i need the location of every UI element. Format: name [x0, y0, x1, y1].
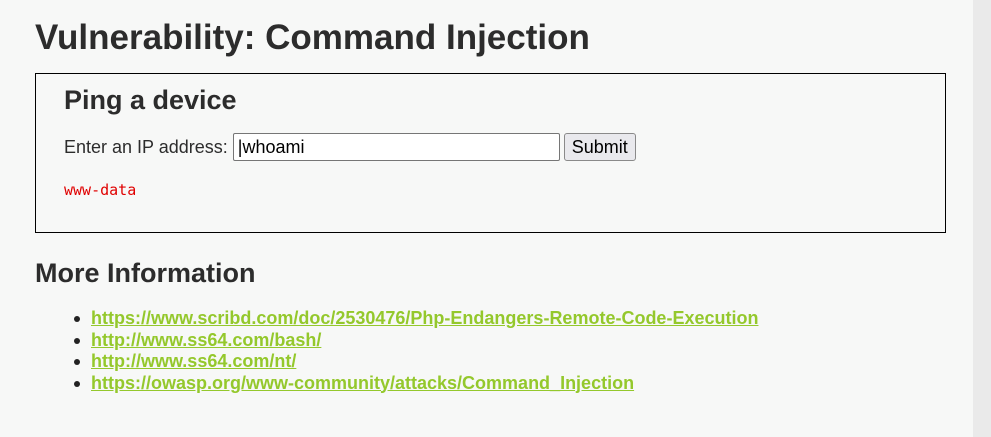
page-title: Vulnerability: Command Injection [35, 18, 590, 57]
right-gutter [973, 0, 991, 437]
ping-heading: Ping a device [64, 85, 237, 115]
list-item: http://www.ss64.com/bash/ [74, 330, 758, 352]
reference-link-scribd[interactable]: https://www.scribd.com/doc/2530476/Php-E… [91, 308, 758, 328]
bullet-icon [74, 380, 80, 387]
list-item: https://owasp.org/www-community/attacks/… [74, 373, 758, 395]
bullet-icon [74, 359, 80, 365]
ip-address-input[interactable] [232, 133, 560, 161]
ping-form: Enter an IP address: Submit [64, 133, 636, 161]
reference-link-ss64-bash[interactable]: http://www.ss64.com/bash/ [91, 330, 321, 350]
ip-address-label: Enter an IP address: [64, 136, 228, 157]
reference-link-owasp[interactable]: https://owasp.org/www-community/attacks/… [91, 373, 634, 393]
more-info-heading: More Information [35, 258, 256, 288]
list-item: http://www.ss64.com/nt/ [74, 351, 758, 373]
submit-button[interactable]: Submit [563, 133, 636, 161]
main-content: Vulnerability: Command Injection Ping a … [0, 0, 973, 437]
reference-link-ss64-nt[interactable]: http://www.ss64.com/nt/ [91, 351, 296, 371]
list-item: https://www.scribd.com/doc/2530476/Php-E… [74, 308, 758, 330]
bullet-icon [74, 316, 80, 322]
bullet-icon [74, 337, 80, 344]
reference-links-list: https://www.scribd.com/doc/2530476/Php-E… [74, 308, 758, 394]
ping-panel: Ping a device Enter an IP address: Submi… [35, 73, 946, 233]
command-output: www-data [64, 181, 137, 199]
